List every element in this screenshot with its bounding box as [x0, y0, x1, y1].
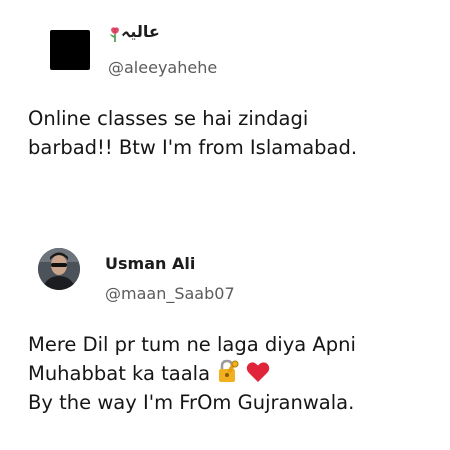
user-handle[interactable]: @aleeyahehe: [108, 58, 217, 77]
tweet-text-line: By the way I'm FrOm Gujranwala.: [28, 391, 355, 414]
tweet-text-line: Online classes se hai zindagi: [28, 107, 309, 130]
profile-photo: [38, 248, 80, 290]
tweet-text-fragment: Muhabbat ka taala: [28, 362, 211, 385]
avatar[interactable]: [50, 30, 90, 70]
lock-with-key-icon: [219, 359, 239, 382]
tweet-text-line: Muhabbat ka taala: [28, 359, 428, 388]
tweet-card: عالیہ @aleeyahehe Online classes se hai …: [0, 0, 450, 210]
tweet-card: Usman Ali @maan_Saab07 Mere Dil pr tum n…: [0, 240, 450, 450]
flower-icon: [110, 27, 119, 42]
tweet-text-line: Mere Dil pr tum ne laga diya Apni: [28, 333, 356, 356]
tweet-text: Mere Dil pr tum ne laga diya Apni Muhabb…: [28, 330, 428, 417]
user-handle[interactable]: @maan_Saab07: [105, 284, 235, 303]
tweet-text-line: barbad!! Btw I'm from Islamabad.: [28, 136, 358, 159]
tweet-text: Online classes se hai zindagi barbad!! B…: [28, 104, 428, 162]
display-name[interactable]: Usman Ali: [105, 254, 195, 273]
avatar[interactable]: [38, 248, 80, 290]
display-name[interactable]: عالیہ: [121, 22, 160, 41]
red-heart-icon: [247, 362, 270, 382]
